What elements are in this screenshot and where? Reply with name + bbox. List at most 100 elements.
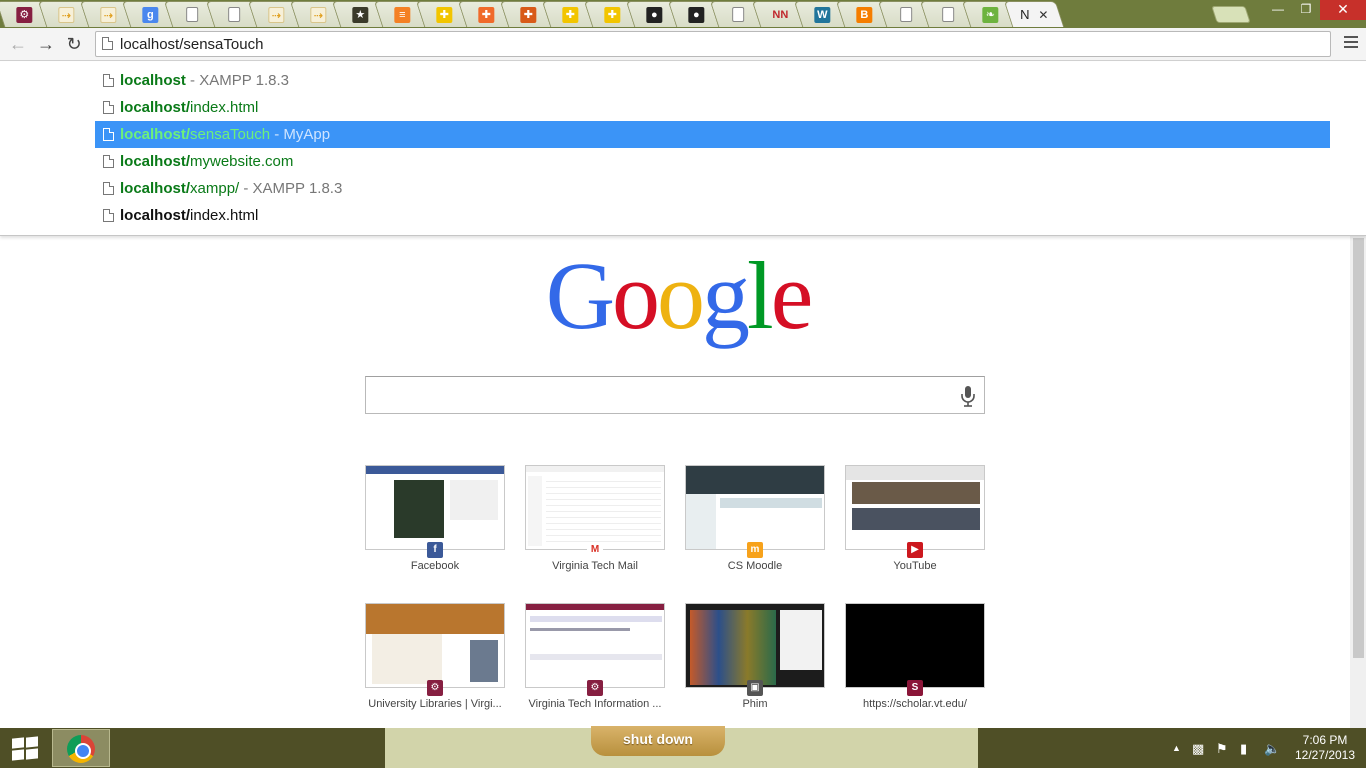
youtube-icon: ▶ (907, 542, 923, 558)
back-arrow-icon[interactable]: ← (6, 33, 30, 55)
phim-icon: ▣ (747, 680, 763, 696)
suggestion-item[interactable]: localhost - XAMPP 1.8.3 (95, 67, 1330, 94)
logo-letter: g (702, 242, 750, 349)
close-window-button[interactable]: ✕ (1320, 0, 1366, 20)
blank-page-icon (942, 7, 955, 22)
tile-thumbnail[interactable] (845, 465, 985, 550)
suggestion-title: - XAMPP 1.8.3 (239, 180, 343, 197)
forward-arrow-icon[interactable]: → (34, 33, 58, 55)
scrollbar-thumb[interactable] (1353, 238, 1364, 658)
page-icon (103, 155, 114, 168)
new-tab-button[interactable] (1211, 6, 1251, 23)
suggestion-path: index.html (190, 207, 259, 224)
scrollbar[interactable] (1350, 236, 1366, 728)
suggestion-path: mywebsite.com (190, 153, 294, 170)
tile-thumbnail[interactable] (525, 465, 665, 550)
most-visited-tile[interactable]: ⚙ Virginia Tech Information ... (525, 603, 665, 710)
facebook-icon: f (427, 542, 443, 558)
volume-icon[interactable]: 🔈 (1264, 741, 1280, 757)
system-clock[interactable]: 7:06 PM 12/27/2013 (1288, 733, 1362, 763)
shutdown-button[interactable]: shut down (591, 726, 725, 756)
blank-page-icon (186, 7, 199, 22)
window-controls: — ❐ ✕ (1264, 0, 1366, 20)
most-visited-tile[interactable]: f Facebook (365, 465, 505, 572)
page-icon (103, 209, 114, 222)
tile-label[interactable]: https://scholar.vt.edu/ (835, 698, 995, 710)
suggestion-host: localhost/ (120, 207, 191, 224)
reload-icon[interactable]: ↻ (62, 33, 86, 55)
chrome-taskbar-button[interactable] (52, 729, 110, 767)
logo-letter: o (612, 242, 660, 349)
suggestion-item[interactable]: localhost/xampp/ - XAMPP 1.8.3 (95, 175, 1330, 202)
tile-label[interactable]: Phim (675, 698, 835, 710)
most-visited-tile[interactable]: ▣ Phim (685, 603, 825, 710)
tile-label[interactable]: Facebook (355, 560, 515, 572)
windows-start-icon[interactable] (12, 736, 38, 761)
github-icon: ● (688, 6, 705, 23)
most-visited-tile[interactable]: m CS Moodle (685, 465, 825, 572)
restore-button[interactable]: ❐ (1292, 0, 1320, 20)
clock-time: 7:06 PM (1302, 733, 1348, 747)
page-icon (103, 74, 114, 87)
most-visited-tile[interactable]: M Virginia Tech Mail (525, 465, 665, 572)
logo-letter: e (770, 242, 814, 349)
logo-letter: o (657, 242, 705, 349)
tab-list: ⚙ ⇢ ⇢ g ⇢ ⇢ ★ ≡ ✚ ✚ ✚ ✚ ✚ ● ● NN W B ❧ N ✕ (0, 1, 1065, 27)
minimize-button[interactable]: — (1264, 0, 1292, 20)
arrow-page-icon: ⇢ (310, 6, 327, 23)
active-tab[interactable]: N ✕ (1003, 1, 1065, 27)
google-search-box[interactable] (365, 376, 985, 414)
google-logo: Google (538, 244, 818, 348)
menu-hamburger-icon[interactable] (1344, 36, 1358, 51)
arrow-page-icon: ⇢ (58, 6, 75, 23)
windows-taskbar: shut down ▲ ▩ ⚑ ▮ 🔈 7:06 PM 12/27/2013 (0, 726, 1366, 768)
leaf-icon: ❧ (982, 6, 999, 23)
battery-icon[interactable]: ▮ (1240, 741, 1247, 757)
tray-expand-icon[interactable]: ▲ (1172, 743, 1181, 753)
suggestion-title: - MyApp (270, 126, 331, 143)
vt-logo-icon: ⚙ (587, 680, 603, 696)
tile-label[interactable]: Virginia Tech Mail (515, 560, 675, 572)
plus-yellow-icon: ✚ (436, 6, 453, 23)
tile-label[interactable]: University Libraries | Virgi... (355, 698, 515, 710)
most-visited-tile[interactable]: ⚙ University Libraries | Virgi... (365, 603, 505, 710)
suggestion-host: localhost (120, 72, 186, 89)
suggestion-host: localhost/ (120, 99, 191, 116)
logo-letter: G (545, 242, 615, 349)
tile-thumbnail[interactable] (365, 603, 505, 688)
tile-label[interactable]: YouTube (835, 560, 995, 572)
omnibox[interactable] (95, 31, 1331, 57)
suggestion-item[interactable]: localhost/index.html (95, 94, 1330, 121)
moodle-icon: m (747, 542, 763, 558)
vt-logo-icon: ⚙ (16, 6, 33, 23)
tile-thumbnail[interactable] (845, 603, 985, 688)
tile-thumbnail[interactable] (525, 603, 665, 688)
tab-close-icon[interactable]: ✕ (1038, 8, 1048, 22)
network-icon[interactable]: ▩ (1192, 741, 1204, 757)
url-input[interactable] (120, 34, 1320, 54)
suggestion-item[interactable]: localhost/index.html (95, 202, 1330, 229)
star-badge-icon: ★ (352, 6, 369, 23)
vt-logo-icon: ⚙ (427, 680, 443, 696)
logo-letter: l (747, 242, 774, 349)
tile-label[interactable]: CS Moodle (675, 560, 835, 572)
active-tab-title: N (1020, 7, 1030, 22)
stackoverflow-icon: ≡ (394, 6, 411, 23)
most-visited-tile[interactable]: ▶ YouTube (845, 465, 985, 572)
suggestion-item[interactable]: localhost/mywebsite.com (95, 148, 1330, 175)
tile-thumbnail[interactable] (685, 465, 825, 550)
tile-label[interactable]: Virginia Tech Information ... (515, 698, 675, 710)
suggestion-path: index.html (190, 99, 259, 116)
tile-thumbnail[interactable] (365, 465, 505, 550)
desktop-wallpaper-strip: shut down (385, 726, 978, 768)
tile-thumbnail[interactable] (685, 603, 825, 688)
arrow-page-icon: ⇢ (268, 6, 285, 23)
suggestion-host: localhost/ (120, 153, 191, 170)
microphone-icon[interactable] (959, 385, 977, 407)
page-icon (103, 101, 114, 114)
scholar-icon: S (907, 680, 923, 696)
suggestion-item[interactable]: localhost/sensaTouch - MyApp (95, 121, 1330, 148)
action-center-flag-icon[interactable]: ⚑ (1216, 741, 1228, 757)
most-visited-tile[interactable]: Shttps://scholar.vt.edu/ (845, 603, 985, 710)
plus-yellow-icon: ✚ (562, 6, 579, 23)
